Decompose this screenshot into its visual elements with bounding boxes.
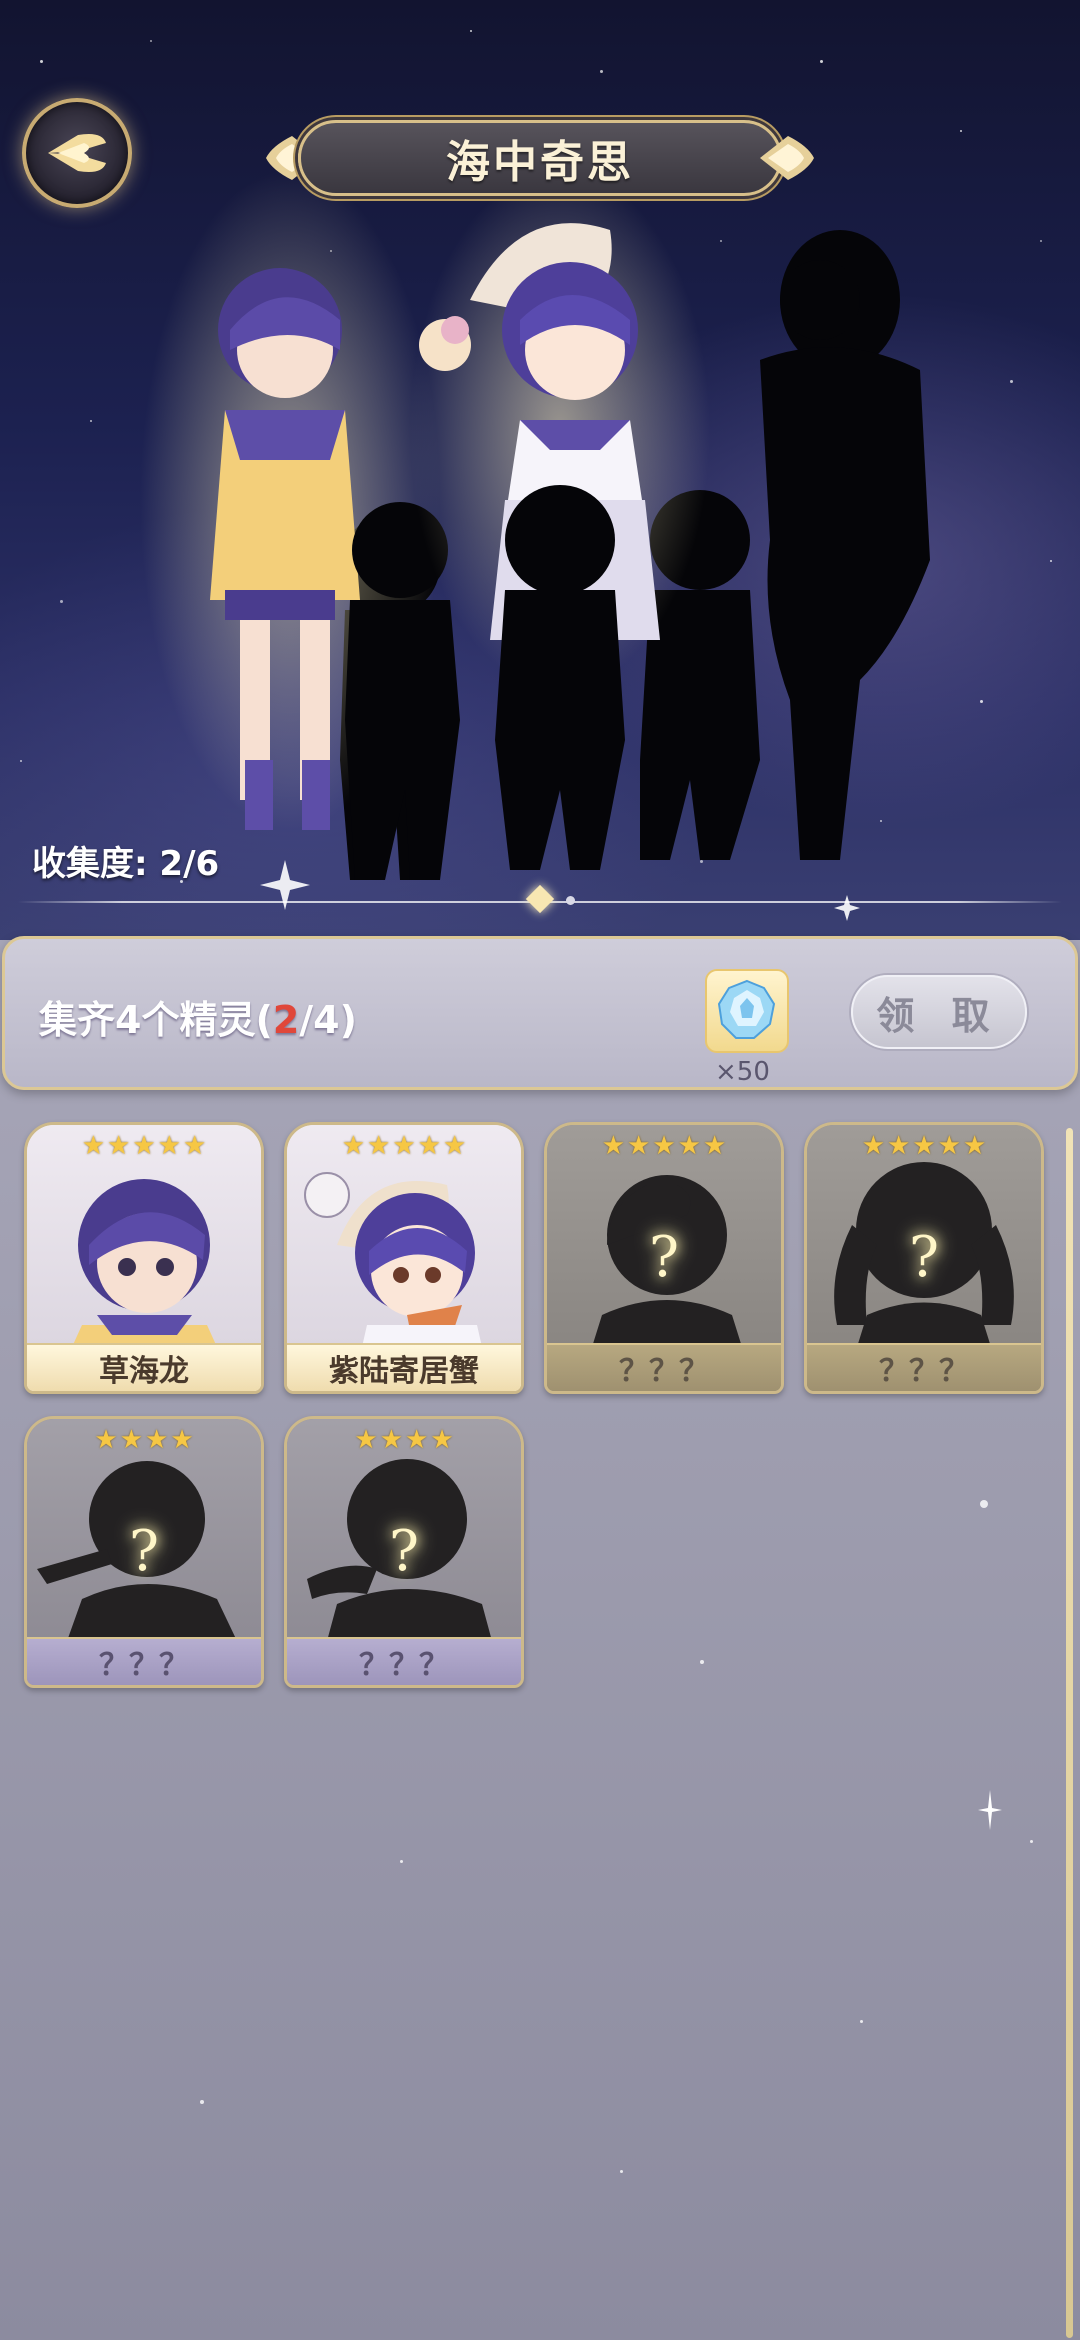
reward-item[interactable]: [705, 969, 789, 1053]
star-icon: ★: [132, 1131, 156, 1161]
star-icon: ★: [702, 1131, 727, 1161]
star-rating: ★ ★ ★ ★ ★: [807, 1133, 1041, 1159]
spirit-card-locked[interactable]: ? ★ ★ ★ ★ ★ ？？？: [544, 1122, 784, 1394]
star-icon: ★: [354, 1425, 378, 1455]
star-icon: ★: [119, 1425, 143, 1455]
sparkle-icon: [978, 1790, 1002, 1830]
star-icon: ★: [341, 1131, 366, 1161]
unknown-question-icon: ?: [388, 1519, 420, 1584]
star-icon: ★: [442, 1131, 467, 1161]
star-icon: ★: [94, 1425, 118, 1455]
back-wing-icon: [48, 134, 106, 172]
star-icon: ★: [157, 1131, 181, 1161]
spirit-card[interactable]: ★ ★ ★ ★ ★ 草海龙: [24, 1122, 264, 1394]
locked-character-silhouette: [760, 230, 930, 861]
claim-button[interactable]: 领 取: [851, 975, 1027, 1049]
collection-progress: 收集度: 2/6: [32, 844, 220, 884]
locked-character-silhouette: [495, 485, 625, 870]
star-icon: ★: [627, 1131, 651, 1161]
star-rating: ★ ★ ★ ★ ★: [547, 1133, 781, 1159]
star-icon: ★: [912, 1131, 936, 1161]
spirit-card-locked[interactable]: ? ★ ★ ★ ★ ★ ？？？: [804, 1122, 1044, 1394]
back-button[interactable]: [22, 98, 132, 208]
star-icon: ★: [861, 1131, 886, 1161]
star-icon: ★: [379, 1425, 403, 1455]
card-name: 紫陆寄居蟹: [287, 1343, 521, 1391]
star-rating: ★ ★ ★ ★: [287, 1427, 521, 1453]
star-icon: ★: [417, 1131, 441, 1161]
card-name: ？？？: [807, 1343, 1041, 1391]
collection-screen: 海中奇思 收集度: 2/6 集齐4个精灵(2/4) ×50 领 取 ★ ★ ★ …: [0, 0, 1080, 2340]
page-title: 海中奇思: [446, 137, 634, 188]
card-name: ？？？: [547, 1343, 781, 1391]
reward-requirement: 集齐4个精灵(2/4): [39, 998, 357, 1042]
star-icon: ★: [430, 1425, 454, 1455]
unknown-question-icon: ?: [908, 1225, 940, 1290]
star-icon: ★: [937, 1131, 961, 1161]
star-icon: ★: [601, 1131, 626, 1161]
star-icon: ★: [677, 1131, 701, 1161]
star-rating: ★ ★ ★ ★ ★: [287, 1133, 521, 1159]
page-indicator-dot[interactable]: [566, 896, 575, 905]
spirit-card-locked[interactable]: ? ★ ★ ★ ★ ？？？: [24, 1416, 264, 1688]
reward-bar: 集齐4个精灵(2/4) ×50 领 取: [2, 936, 1078, 1090]
star-icon: ★: [145, 1425, 169, 1455]
card-name: ？？？: [27, 1637, 261, 1685]
star-icon: ★: [405, 1425, 429, 1455]
spirit-card-locked[interactable]: ? ★ ★ ★ ★ ？？？: [284, 1416, 524, 1688]
reward-progress-current: 2: [272, 998, 300, 1042]
blue-crystal-icon: [717, 979, 776, 1039]
scrollbar[interactable]: [1066, 1128, 1073, 2338]
hero-banner: 海中奇思 收集度: 2/6: [0, 0, 1080, 940]
star-icon: ★: [182, 1131, 207, 1161]
star-icon: ★: [887, 1131, 911, 1161]
spirit-card[interactable]: ★ ★ ★ ★ ★ 紫陆寄居蟹: [284, 1122, 524, 1394]
star-rating: ★ ★ ★ ★ ★: [27, 1133, 261, 1159]
unknown-question-icon: ?: [648, 1225, 680, 1290]
star-rating: ★ ★ ★ ★: [27, 1427, 261, 1453]
star-icon: ★: [392, 1131, 416, 1161]
star-icon: ★: [367, 1131, 391, 1161]
reward-item-count: ×50: [715, 1057, 770, 1087]
star-icon: ★: [81, 1131, 106, 1161]
title-banner: 海中奇思: [262, 120, 818, 196]
star-icon: ★: [962, 1131, 987, 1161]
star-icon: ★: [652, 1131, 676, 1161]
card-name: 草海龙: [27, 1343, 261, 1391]
star-icon: ★: [107, 1131, 131, 1161]
star-icon: ★: [170, 1425, 194, 1455]
right-ornament-icon: [760, 136, 814, 180]
card-name: ？？？: [287, 1637, 521, 1685]
unknown-question-icon: ?: [128, 1519, 160, 1584]
title-plate: 海中奇思: [298, 120, 782, 196]
